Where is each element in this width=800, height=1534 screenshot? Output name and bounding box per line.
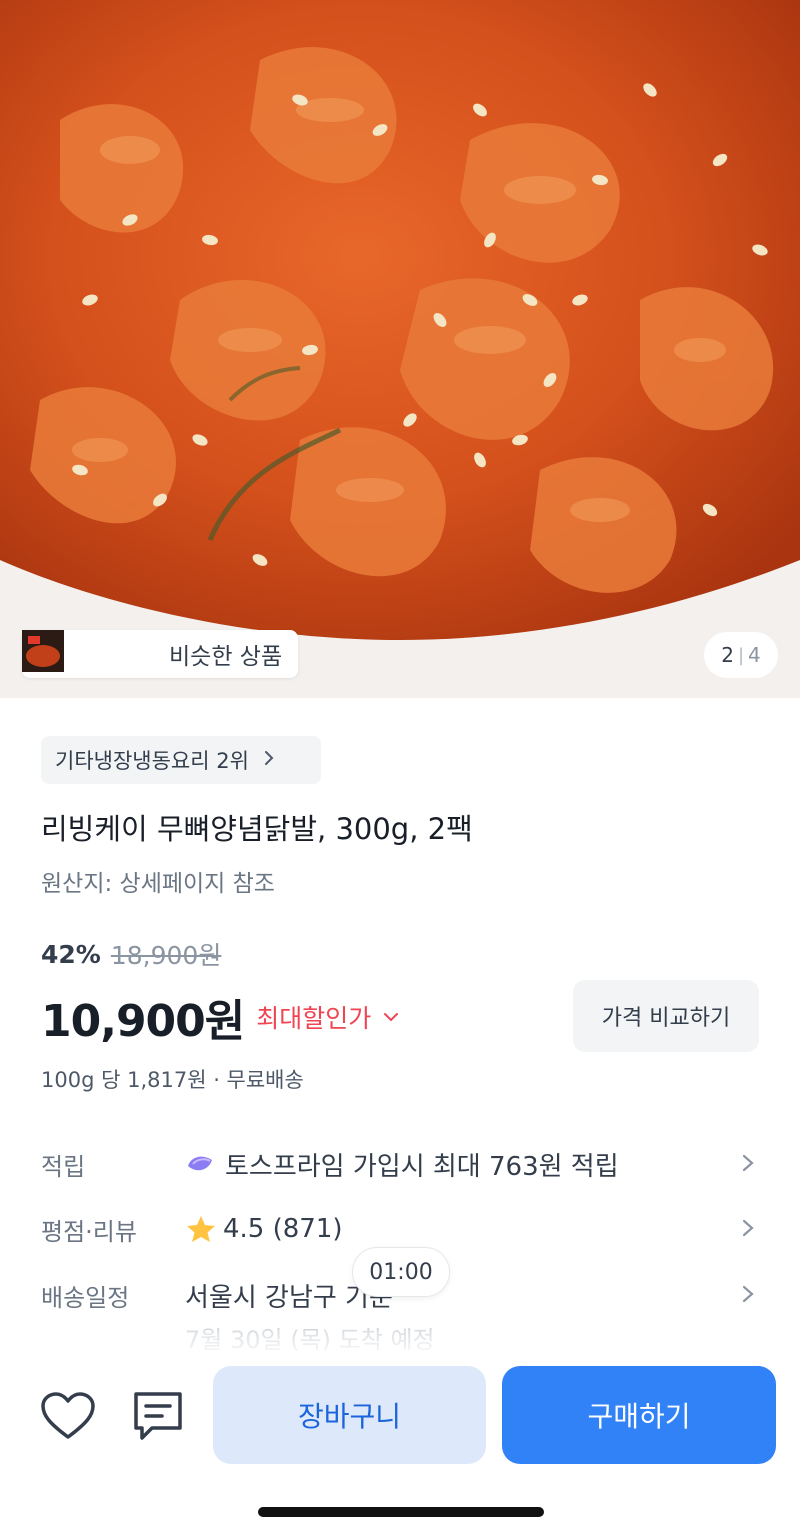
similar-products-label: 비슷한 상품 bbox=[169, 644, 283, 670]
chevron-right-icon bbox=[741, 1151, 755, 1179]
product-image-carousel[interactable]: 비슷한 상품 2 | 4 bbox=[0, 0, 800, 698]
page-current: 2 bbox=[721, 643, 734, 667]
discount-row: 42% 18,900원 bbox=[41, 936, 221, 972]
chevron-right-icon bbox=[741, 1282, 755, 1310]
rating-value: 4.5 (871) bbox=[223, 1214, 343, 1244]
star-icon bbox=[185, 1214, 217, 1244]
points-value-wrap: 토스프라임 가입시 최대 763원 적립 bbox=[185, 1146, 761, 1183]
wishlist-button[interactable] bbox=[38, 1386, 98, 1446]
page-separator: | bbox=[737, 644, 745, 666]
similar-product-thumb bbox=[22, 630, 113, 675]
timer-badge: 01:00 bbox=[352, 1247, 450, 1297]
category-rank-label: 기타냉장냉동요리 2위 bbox=[55, 749, 249, 773]
home-indicator bbox=[258, 1507, 544, 1517]
add-to-cart-button[interactable]: 장바구니 bbox=[213, 1366, 486, 1464]
sale-price: 10,900원 bbox=[41, 996, 245, 1047]
points-value: 토스프라임 가입시 최대 763원 적립 bbox=[225, 1151, 619, 1182]
original-price: 18,900원 bbox=[110, 941, 222, 970]
delivery-value: 서울시 강남구 기준 bbox=[185, 1282, 393, 1313]
max-discount-label: 최대할인가 bbox=[256, 1004, 372, 1033]
product-origin: 원산지: 상세페이지 참조 bbox=[41, 871, 275, 897]
max-discount-dropdown[interactable]: 최대할인가 bbox=[256, 999, 399, 1035]
product-photo bbox=[0, 0, 800, 698]
rating-label: 평점·리뷰 bbox=[41, 1217, 137, 1246]
price-compare-button[interactable]: 가격 비교하기 bbox=[573, 980, 759, 1052]
chevron-right-icon bbox=[263, 750, 275, 771]
points-row[interactable]: 적립 토스프라임 가입시 최대 763원 적립 bbox=[41, 1139, 761, 1189]
delivery-label: 배송일정 bbox=[41, 1283, 130, 1312]
similar-products-button[interactable]: 비슷한 상품 bbox=[22, 630, 298, 678]
buy-now-button[interactable]: 구매하기 bbox=[502, 1366, 776, 1464]
toss-prime-icon bbox=[185, 1152, 215, 1176]
page-total: 4 bbox=[748, 643, 761, 667]
category-rank-chip[interactable]: 기타냉장냉동요리 2위 bbox=[41, 736, 321, 784]
chevron-right-icon bbox=[741, 1216, 755, 1244]
rating-value-wrap: 4.5 (871) bbox=[185, 1214, 761, 1244]
unit-price-shipping: 100g 당 1,817원 · 무료배송 bbox=[41, 1068, 304, 1092]
discount-rate: 42% bbox=[41, 939, 101, 969]
image-page-indicator: 2 | 4 bbox=[704, 632, 778, 678]
product-title: 리빙케이 무뼈양념닭발, 300g, 2팩 bbox=[41, 812, 473, 846]
similar-product-thumb bbox=[22, 630, 158, 675]
inquiry-button[interactable] bbox=[128, 1386, 188, 1446]
heart-icon bbox=[41, 1392, 95, 1439]
price-row: 10,900원 최대할인가 bbox=[41, 985, 399, 1049]
points-label: 적립 bbox=[41, 1152, 86, 1181]
chat-bubble-icon bbox=[134, 1392, 182, 1440]
chevron-down-icon bbox=[383, 1007, 399, 1028]
